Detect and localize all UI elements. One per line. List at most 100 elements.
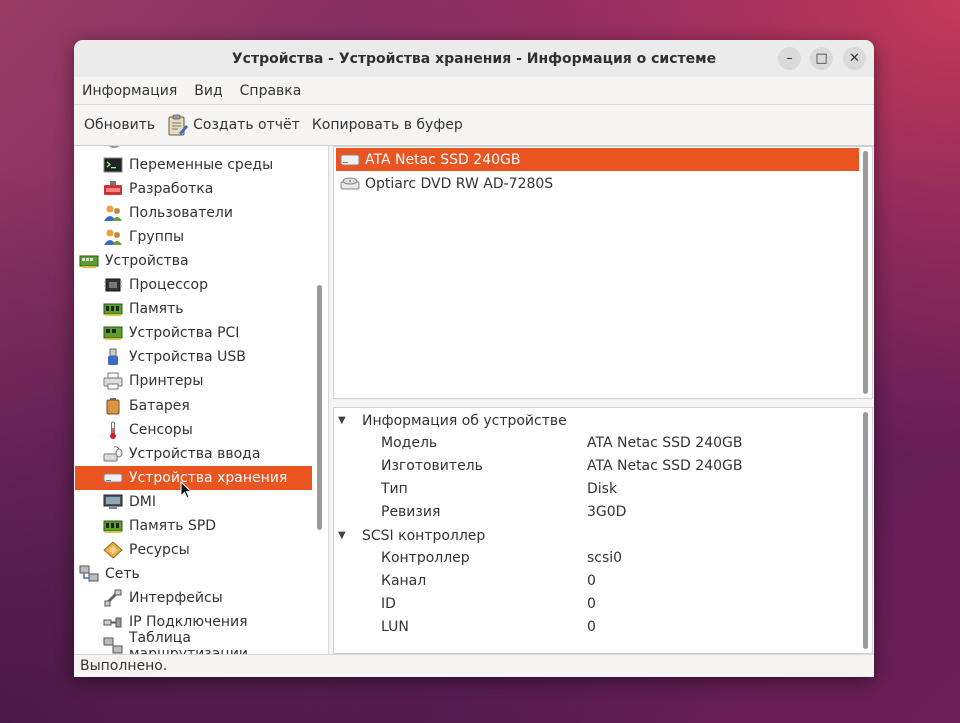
detail-key: Изготовитель xyxy=(381,458,483,474)
device-list-scrollbar[interactable] xyxy=(863,151,868,394)
detail-key: LUN xyxy=(381,619,409,635)
tree-item[interactable]: Интерфейсы xyxy=(75,586,312,610)
device-row[interactable]: Optiarc DVD RW AD-7280S xyxy=(336,172,859,195)
resources-icon xyxy=(103,541,123,559)
tree-item[interactable]: Память SPD xyxy=(75,514,312,538)
expand-arrow-icon[interactable]: ▼ xyxy=(338,530,348,541)
detail-key: Ревизия xyxy=(381,504,441,520)
tree-item[interactable]: Память xyxy=(75,297,312,321)
tree-item-label: Интерфейсы xyxy=(129,589,223,606)
tree-item[interactable]: Пользователи xyxy=(75,201,312,225)
ip-connections-icon xyxy=(103,617,122,628)
detail-section-title: Информация об устройстве xyxy=(362,412,567,429)
detail-value: scsi0 xyxy=(587,550,623,566)
close-icon: ✕ xyxy=(849,51,860,66)
detail-row: Контроллер scsi0 xyxy=(334,547,864,570)
refresh-button[interactable]: Обновить xyxy=(84,117,155,133)
status-text: Выполнено. xyxy=(80,658,168,674)
status-bar: Выполнено. xyxy=(74,654,874,677)
detail-key: ID xyxy=(381,596,396,612)
tree-item[interactable]: Устройства xyxy=(75,249,312,273)
details-scrollbar[interactable] xyxy=(863,412,868,649)
report-label: Создать отчёт xyxy=(193,117,300,133)
detail-value: ATA Netac SSD 240GB xyxy=(587,435,743,451)
tree-item-label: Пользователи xyxy=(129,205,233,222)
menu-info[interactable]: Информация xyxy=(82,83,177,99)
copy-button[interactable]: Копировать в буфер xyxy=(312,117,463,133)
memory-icon xyxy=(103,303,123,317)
close-button[interactable]: ✕ xyxy=(843,47,866,70)
detail-value: 0 xyxy=(587,619,596,635)
detail-key: Контроллер xyxy=(381,550,470,566)
tree-item[interactable]: Переменные среды xyxy=(75,153,312,177)
detail-value: 3G0D xyxy=(587,504,627,520)
detail-section-header[interactable]: ▼ SCSI контроллер xyxy=(338,524,485,547)
devices-icon xyxy=(79,255,99,269)
dmi-icon xyxy=(103,494,123,509)
minimize-icon: – xyxy=(786,51,793,66)
category-tree[interactable]: Переменные среды Разработка Пользователи Гр… xyxy=(75,146,329,654)
device-label: ATA Netac SSD 240GB xyxy=(365,151,521,168)
tree-item[interactable]: Сеть xyxy=(75,562,312,586)
device-list[interactable]: ATA Netac SSD 240GB Optiarc DVD RW AD-728… xyxy=(333,146,873,399)
network-icon xyxy=(79,565,99,582)
detail-row: LUN 0 xyxy=(334,616,864,639)
tree-item-label: Устройства xyxy=(105,253,189,270)
routing-table-icon xyxy=(103,637,123,654)
maximize-button[interactable]: □ xyxy=(810,47,833,70)
tree-item[interactable]: Принтеры xyxy=(75,369,312,393)
tree-item-label: Процессор xyxy=(129,277,208,294)
tree-item[interactable]: Разработка xyxy=(75,177,312,201)
tree-item[interactable]: Батарея xyxy=(75,394,312,418)
tree-item-label: Устройства PCI xyxy=(129,325,240,342)
pci-icon xyxy=(103,326,123,341)
tree-item-label: Группы xyxy=(129,229,185,246)
battery-icon xyxy=(106,397,120,414)
tree-item-label: Таблица маршрутизации xyxy=(129,630,249,654)
app-window: Устройства - Устройства хранения - Инфор… xyxy=(74,40,874,677)
tree-item[interactable]: Сенсоры xyxy=(75,418,312,442)
tree-item[interactable]: Устройства PCI xyxy=(75,321,312,345)
tree-item[interactable]: Процессор xyxy=(75,273,312,297)
detail-row: Ревизия 3G0D xyxy=(334,501,864,524)
toolbar: Обновить Создать отчёт Копировать в буфе… xyxy=(74,105,874,146)
drive-icon xyxy=(340,154,360,165)
device-details[interactable]: ▼ Информация об устройстве Модель ATA Netac… xyxy=(333,407,873,654)
tree-item-label: Устройства ввода xyxy=(129,445,261,462)
detail-row: Модель ATA Netac SSD 240GB xyxy=(334,432,864,455)
tree-item-label: DMI xyxy=(129,493,156,510)
thermometer-icon xyxy=(110,421,116,439)
tree-item-label: Батарея xyxy=(129,397,190,414)
tree-item-label: Разработка xyxy=(129,181,214,198)
cpu-icon xyxy=(104,278,122,292)
detail-row: Изготовитель ATA Netac SSD 240GB xyxy=(334,455,864,478)
development-icon xyxy=(104,181,122,196)
partial-icon xyxy=(108,146,120,148)
window-title: Устройства - Устройства хранения - Инфор… xyxy=(231,50,717,67)
detail-value: 0 xyxy=(587,596,596,612)
tree-item[interactable]: Ресурсы xyxy=(75,538,312,562)
tree-scrollbar[interactable] xyxy=(317,285,322,530)
tree-item[interactable]: Устройства ввода xyxy=(75,442,312,466)
detail-key: Тип xyxy=(381,481,408,497)
menu-view[interactable]: Вид xyxy=(194,83,222,99)
detail-section-header[interactable]: ▼ Информация об устройстве xyxy=(338,409,567,432)
tree-item[interactable]: Группы xyxy=(75,225,312,249)
title-bar[interactable]: Устройства - Устройства хранения - Инфор… xyxy=(74,40,874,77)
menu-bar: Информация Вид Справка xyxy=(74,77,874,105)
report-button[interactable]: Создать отчёт xyxy=(167,114,300,136)
detail-value: ATA Netac SSD 240GB xyxy=(587,458,743,474)
mouse-cursor-icon xyxy=(180,481,193,499)
maximize-icon: □ xyxy=(815,51,828,66)
expand-arrow-icon[interactable]: ▼ xyxy=(338,415,348,426)
minimize-button[interactable]: – xyxy=(778,47,801,70)
device-row[interactable]: ATA Netac SSD 240GB xyxy=(336,148,859,171)
tree-item[interactable]: Таблица маршрутизации xyxy=(75,630,312,654)
tree-item-label: IP Подключения xyxy=(129,613,248,630)
printer-icon xyxy=(103,372,123,390)
copy-label: Копировать в буфер xyxy=(311,117,463,133)
input-devices-icon xyxy=(103,445,123,462)
menu-help[interactable]: Справка xyxy=(240,83,302,99)
tree-item[interactable]: Устройства USB xyxy=(75,345,312,369)
interfaces-icon xyxy=(104,589,122,607)
